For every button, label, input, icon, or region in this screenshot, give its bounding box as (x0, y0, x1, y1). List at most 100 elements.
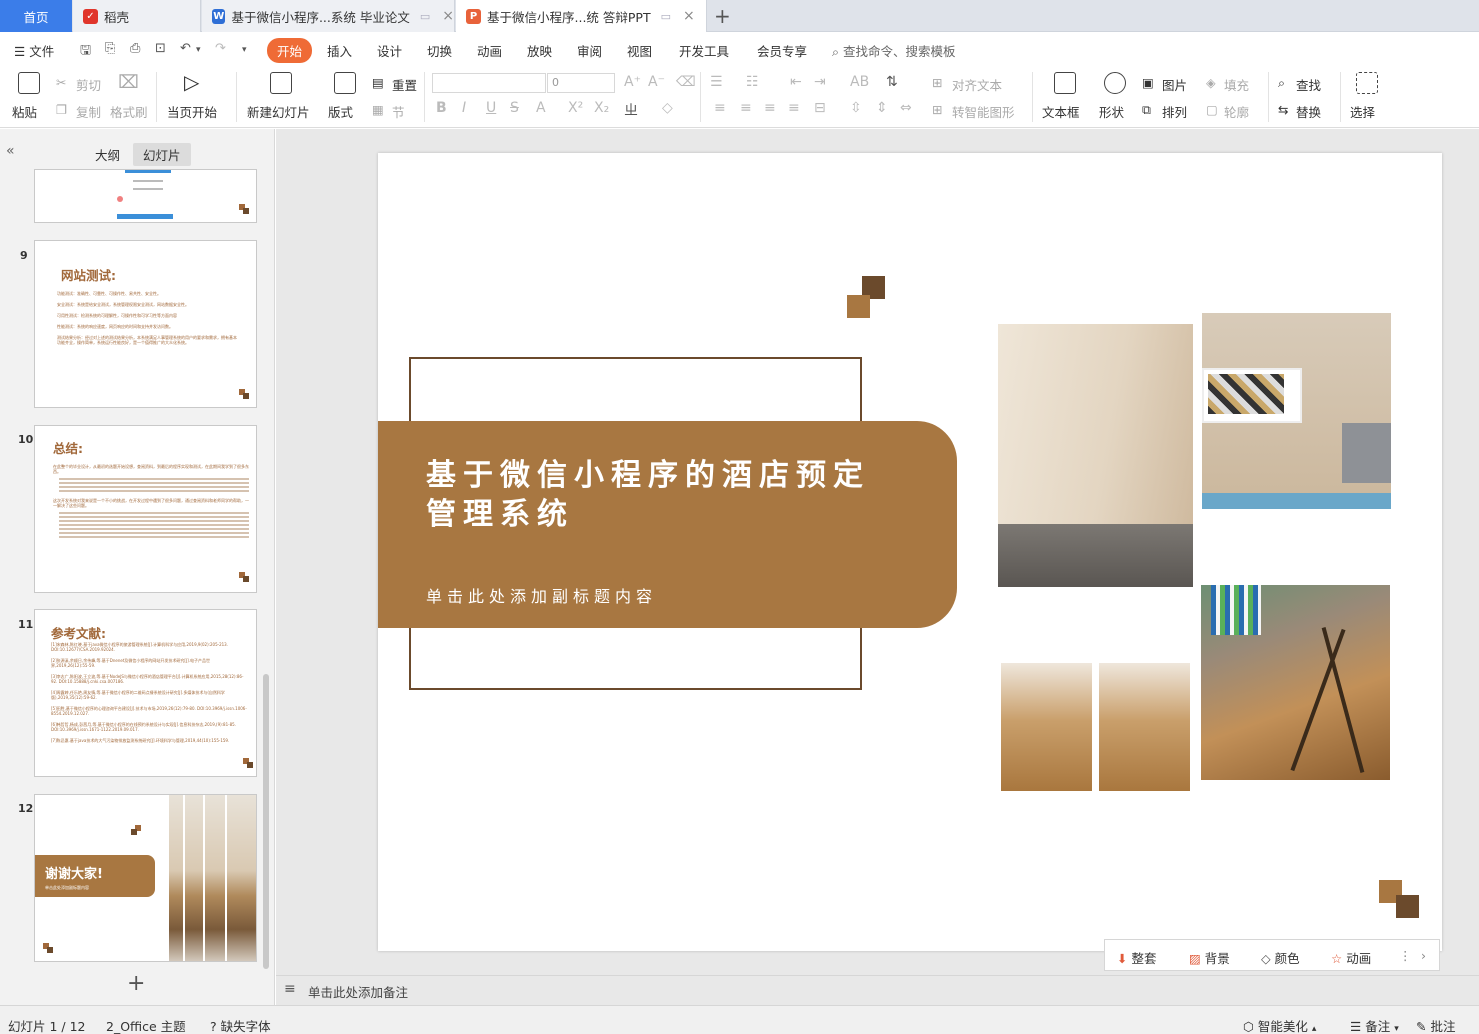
tab-outline[interactable]: 大纲 (85, 143, 130, 166)
play-icon[interactable]: ▷ (184, 70, 199, 94)
notes-pane[interactable]: ≡ 单击此处添加备注 (276, 975, 1479, 1005)
phonetic-icon[interactable]: ㄓ (624, 100, 638, 120)
select-button[interactable]: 选择 (1350, 102, 1375, 121)
textbox-button[interactable]: 文本框 (1042, 102, 1080, 121)
redo-icon[interactable]: ↷ (215, 41, 226, 56)
command-search[interactable]: ⌕ 查找命令、搜索模板 (832, 41, 956, 60)
missing-font-button[interactable]: ? 缺失字体 (210, 1016, 271, 1034)
arrange-button[interactable]: 排列 (1162, 102, 1187, 121)
align-text-icon[interactable]: ⊞ (932, 75, 942, 90)
decrease-font-icon[interactable]: A⁻ (648, 74, 665, 90)
slide-subtitle[interactable]: 单击此处添加副标题内容 (426, 583, 657, 607)
animation-button[interactable]: ☆ 动画 (1331, 948, 1371, 967)
picture-icon[interactable]: ▣ (1142, 75, 1154, 90)
color-scheme-button[interactable]: ◇ 颜色 (1261, 948, 1300, 967)
beautify-button[interactable]: ⬡ 智能美化 ▴ (1243, 1016, 1316, 1034)
menu-animation[interactable]: 动画 (477, 41, 502, 60)
save-icon[interactable]: 🖫 (80, 41, 91, 63)
new-tab-icon[interactable]: + (714, 4, 731, 28)
bold-icon[interactable]: B (436, 100, 447, 116)
align-right-icon[interactable]: ≡ (764, 100, 776, 116)
tab-doc-ppt[interactable]: P 基于微信小程序...统 答辩PPT ▭ × (456, 0, 707, 32)
cut-button[interactable]: 剪切 (76, 75, 101, 94)
fill-button[interactable]: 填充 (1224, 75, 1249, 94)
template-set-button[interactable]: ⬇ 整套 (1117, 948, 1156, 967)
slide-thumbnail-12[interactable]: 谢谢大家! 单击此处添加副标题内容 (34, 794, 257, 962)
text-direction-icon[interactable]: AB (850, 74, 869, 90)
textbox-icon[interactable] (1054, 72, 1076, 94)
room-photo-bench-left[interactable] (1001, 663, 1092, 791)
room-photo-table[interactable] (1201, 585, 1390, 780)
paste-button[interactable]: 粘贴 (12, 102, 37, 121)
copy-button[interactable]: 复制 (76, 102, 101, 121)
new-slide-icon[interactable] (270, 72, 292, 94)
select-icon[interactable] (1356, 72, 1378, 94)
menu-transition[interactable]: 切换 (427, 41, 452, 60)
slide-thumbnail-9[interactable]: 网站测试: 功能测试：准确性、可靠性、可操作性、易共性、安全性。 安全测试：系统… (34, 240, 257, 408)
align-text-button[interactable]: 对齐文本 (952, 75, 1002, 94)
menu-insert[interactable]: 插入 (327, 41, 352, 60)
font-size-select[interactable]: 0 (547, 73, 615, 93)
undo-icon[interactable]: ↶ (180, 41, 191, 56)
tab-home[interactable]: 首页 (0, 0, 72, 32)
room-photo-corner[interactable] (998, 324, 1193, 587)
slide-title[interactable]: 基于微信小程序的酒店预定管理系统 (426, 456, 896, 534)
font-color-icon[interactable]: A (536, 100, 546, 116)
section-button[interactable]: 节 (392, 102, 405, 121)
italic-icon[interactable]: I (462, 100, 466, 116)
notes-placeholder[interactable]: 单击此处添加备注 (308, 982, 408, 1001)
background-button[interactable]: ▨ 背景 (1189, 948, 1230, 967)
outline-button[interactable]: 轮廓 (1224, 102, 1249, 121)
quick-access-dropdown-icon[interactable]: ▾ (242, 45, 247, 55)
replace-button[interactable]: 替换 (1296, 102, 1321, 121)
bullet-list-icon[interactable]: ☰ (710, 74, 723, 90)
menu-membership[interactable]: 会员专享 (757, 41, 807, 60)
numbered-list-icon[interactable]: ☷ (746, 74, 759, 90)
reset-button[interactable]: 重置 (392, 75, 417, 94)
shape-icon[interactable] (1104, 72, 1126, 94)
cut-icon[interactable]: ✂ (56, 75, 66, 90)
format-painter-icon[interactable]: ⌧ (118, 72, 139, 93)
section-icon[interactable]: ▦ (372, 102, 384, 117)
outline-icon[interactable]: ▢ (1206, 102, 1218, 117)
comments-button[interactable]: ✎ 批注 (1416, 1016, 1455, 1034)
paragraph-spacing-icon[interactable]: ⇳ (850, 100, 862, 116)
line-spacing-icon[interactable]: ⇅ (886, 74, 898, 90)
paste-icon[interactable] (18, 72, 40, 94)
file-menu[interactable]: ☰ 文件 (14, 41, 54, 60)
new-slide-button[interactable]: 新建幻灯片 (247, 102, 310, 121)
menu-view[interactable]: 视图 (627, 41, 652, 60)
clear-format-icon[interactable]: ⌫ (676, 74, 696, 90)
slide-canvas[interactable]: 基于微信小程序的酒店预定管理系统 单击此处添加副标题内容 (378, 153, 1442, 951)
tab-slides[interactable]: 幻灯片 (133, 143, 191, 166)
menu-design[interactable]: 设计 (377, 41, 402, 60)
superscript-icon[interactable]: X² (568, 100, 583, 116)
export-pdf-icon[interactable]: ⎘ (105, 41, 115, 56)
tab-doc-thesis[interactable]: W 基于微信小程序...系统 毕业论文 ▭ × (202, 0, 455, 32)
chevron-right-icon[interactable]: › (1421, 948, 1426, 963)
undo-dropdown-icon[interactable]: ▾ (196, 45, 201, 55)
align-left-icon[interactable]: ≡ (714, 100, 726, 116)
find-button[interactable]: 查找 (1296, 75, 1321, 94)
tab-daoke[interactable]: ✓ 稻壳 (73, 0, 201, 32)
justify-icon[interactable]: ≡ (788, 100, 800, 116)
font-family-select[interactable] (432, 73, 546, 93)
underline-icon[interactable]: U (486, 100, 496, 116)
collapse-panel-icon[interactable]: « (6, 143, 15, 159)
format-painter-button[interactable]: 格式刷 (110, 102, 148, 121)
indent-increase-icon[interactable]: ⇥ (814, 74, 826, 90)
slide-thumbnail-8[interactable] (34, 169, 257, 223)
smart-art-button[interactable]: 转智能图形 (952, 102, 1015, 121)
close-tab-icon[interactable]: × (683, 8, 695, 24)
distribute-icon[interactable]: ⊟ (814, 100, 826, 116)
room-photo-art[interactable] (1202, 313, 1391, 509)
print-icon[interactable]: ⎙ (130, 41, 140, 56)
slide-thumbnail-11[interactable]: 参考文献: [1]宋森林,陈红晓.基于java微信小程序的旅游管理系统[J].计… (34, 609, 257, 777)
column-spacing-icon[interactable]: ⇔ (900, 100, 912, 116)
picture-button[interactable]: 图片 (1162, 75, 1187, 94)
layout-button[interactable]: 版式 (328, 102, 353, 121)
theme-name[interactable]: 2_Office 主题 (106, 1016, 186, 1034)
reset-icon[interactable]: ▤ (372, 75, 384, 90)
menu-review[interactable]: 审阅 (577, 41, 602, 60)
find-icon[interactable]: ⌕ (1278, 75, 1285, 91)
